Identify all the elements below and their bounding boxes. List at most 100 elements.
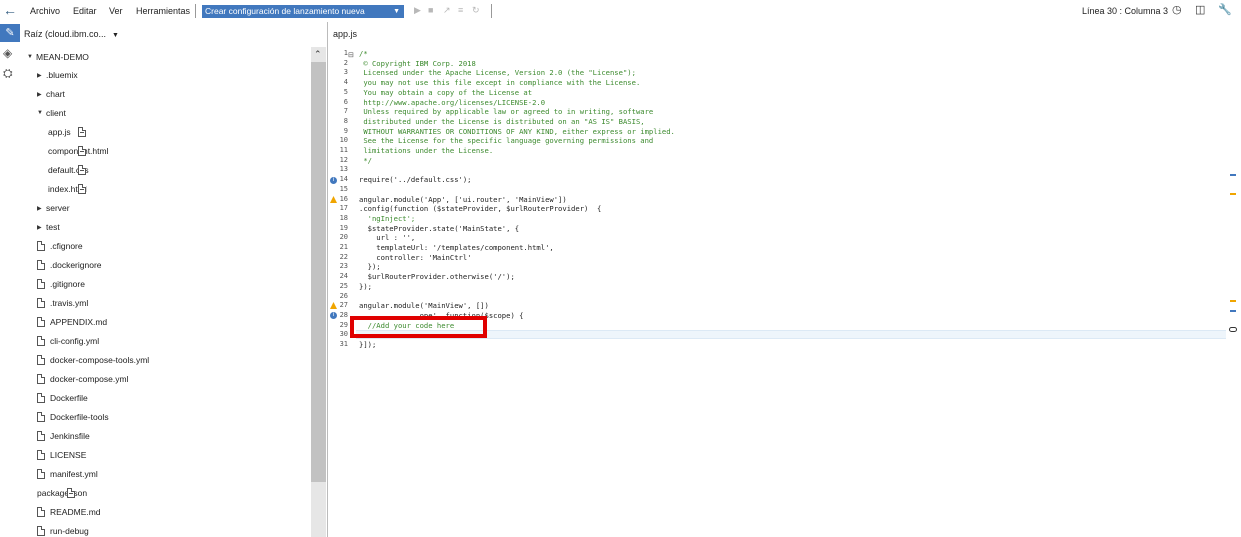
tree-item[interactable]: .gitignore [37,279,85,289]
tree-item[interactable]: ▼ client [37,108,66,118]
code-line[interactable]: 31}]); [329,340,1209,350]
tree-item[interactable]: docker-compose.yml [37,374,128,384]
code-line[interactable]: 9 WITHOUT WARRANTIES OR CONDITIONS OF AN… [329,127,1209,137]
tree-item[interactable]: docker-compose-tools.yml [37,355,149,365]
code-line[interactable]: 23 }); [329,262,1209,272]
code-line[interactable]: 19 $stateProvider.state('MainState', { [329,224,1209,234]
code-line[interactable]: 18 'ngInject'; [329,214,1209,224]
tree-item[interactable]: ▶ test [37,222,60,232]
code-line[interactable]: 7 Unless required by applicable law or a… [329,107,1209,117]
code-line[interactable]: 10 See the License for the specific lang… [329,136,1209,146]
code-line[interactable]: 16 angular.module('App', ['ui.router', 'M… [329,195,1209,205]
tree-item[interactable]: package.json [37,488,87,498]
code-line[interactable]: 26 [329,292,1209,302]
tab-app-js[interactable]: app.js [333,29,357,39]
wrench-icon[interactable]: 🔧 [1218,3,1232,16]
git-icon[interactable]: ◈ [3,46,12,60]
tree-item[interactable]: ▶ .bluemix [37,70,78,80]
tree-item[interactable]: .travis.yml [37,298,88,308]
tree-item[interactable]: default.css [48,165,89,175]
tree-item[interactable]: APPENDIX.md [37,317,107,327]
code-line[interactable]: 12 */ [329,156,1209,166]
play-icon[interactable]: ▶ [414,5,421,16]
root-selector[interactable]: Raíz (cloud.ibm.co... ▼ [24,29,119,39]
tree-item[interactable]: LICENSE [37,450,86,460]
file-icon [37,260,45,270]
edit-icon[interactable]: ✎ [0,24,20,42]
tree-item[interactable]: run-debug [37,526,89,536]
tree-item[interactable]: Jenkinsfile [37,431,90,441]
code-line[interactable]: 13 [329,165,1209,175]
code-line[interactable]: 2 © Copyright IBM Corp. 2018 [329,59,1209,69]
line-text: WITHOUT WARRANTIES OR CONDITIONS OF ANY … [359,126,675,136]
code-line[interactable]: 3 Licensed under the Apache License, Ver… [329,68,1209,78]
tree-item[interactable]: ▶ server [37,203,70,213]
code-line[interactable]: 25}); [329,282,1209,292]
tree-item-label: LICENSE [50,450,87,460]
tree-item-label: .bluemix [46,70,78,80]
menu-archivo[interactable]: Archivo [30,6,60,16]
chevron-down-icon: ▼ [112,32,119,39]
tree-item[interactable]: manifest.yml [37,469,98,479]
tree-item[interactable]: .dockerignore [37,260,102,270]
code-line[interactable]: 22 controller: 'MainCtrl' [329,253,1209,263]
expand-down-icon: ▼ [37,110,43,116]
info-marker-icon[interactable]: i [330,177,337,184]
tree-item[interactable]: index.html [48,184,87,194]
tree-item[interactable]: Dockerfile [37,393,88,403]
split-view-icon[interactable]: ◫ [1195,3,1205,16]
file-icon [78,165,86,175]
debug-icon[interactable]: ⛭ [3,66,13,81]
file-icon [37,469,45,479]
code-line[interactable]: 4 you may not use this file except in co… [329,78,1209,88]
line-text: you may not use this file except in comp… [359,78,641,88]
menu-herramientas[interactable]: Herramientas [136,6,190,16]
file-icon [37,431,45,441]
line-text: © Copyright IBM Corp. 2018 [359,58,476,68]
tree-item[interactable]: app.js [48,127,86,137]
code-line[interactable]: 1 /* [329,49,1209,59]
code-line[interactable]: 8 distributed under the License is distr… [329,117,1209,127]
launch-config-select[interactable]: Crear configuración de lanzamiento nueva… [202,5,404,18]
menu-editar[interactable]: Editar [73,6,97,16]
info-marker-icon[interactable]: i [330,312,337,319]
back-arrow-icon[interactable]: ← [3,2,17,18]
overview-info-mark[interactable] [1230,174,1236,176]
stop-icon[interactable]: ■ [428,5,433,15]
scrollbar-thumb[interactable] [311,62,326,482]
tree-item[interactable]: component.html [48,146,108,156]
code-line[interactable]: 11 limitations under the License. [329,146,1209,156]
tree-item[interactable]: .cfignore [37,241,83,251]
line-number: 1 [343,49,348,57]
overview-warning-mark[interactable] [1230,193,1236,195]
code-line[interactable]: 6 http://www.apache.org/licenses/LICENSE… [329,98,1209,108]
tree-item[interactable]: README.md [37,507,101,517]
open-external-icon[interactable]: ↗ [443,5,451,16]
overview-cursor-mark[interactable] [1229,327,1237,332]
line-text: /* [359,49,368,58]
code-line[interactable]: 5 You may obtain a copy of the License a… [329,88,1209,98]
refresh-icon[interactable]: ↻ [472,5,480,16]
tree-item[interactable]: ▶ chart [37,89,65,99]
code-line[interactable]: 15 [329,185,1209,195]
list-icon[interactable]: ≡ [458,5,463,15]
tree-item[interactable]: cli-config.yml [37,336,99,346]
code-line[interactable]: 14 require('../default.css'); [329,175,1209,185]
file-icon [37,355,45,365]
line-number: 6 [343,97,348,106]
code-line[interactable]: 20 url : '', [329,233,1209,243]
clock-icon[interactable]: ◷ [1172,3,1182,16]
activity-rail [0,24,20,537]
chevron-up-icon[interactable]: ⌃ [314,49,322,60]
project-root[interactable]: ▼ MEAN-DEMO [27,52,89,62]
pane-divider[interactable] [327,22,328,537]
code-line[interactable]: 24 $urlRouterProvider.otherwise('/'); [329,272,1209,282]
overview-warning-mark[interactable] [1230,300,1236,302]
menu-ver[interactable]: Ver [109,6,123,16]
code-line[interactable]: 27 angular.module('MainView', []) [329,301,1209,311]
code-line[interactable]: 17 .config(function ($stateProvider, $url… [329,204,1209,214]
tree-item[interactable]: Dockerfile-tools [37,412,109,422]
line-text: }]); [359,340,377,349]
overview-info-mark[interactable] [1230,310,1236,312]
code-line[interactable]: 21 templateUrl: '/templates/component.ht… [329,243,1209,253]
